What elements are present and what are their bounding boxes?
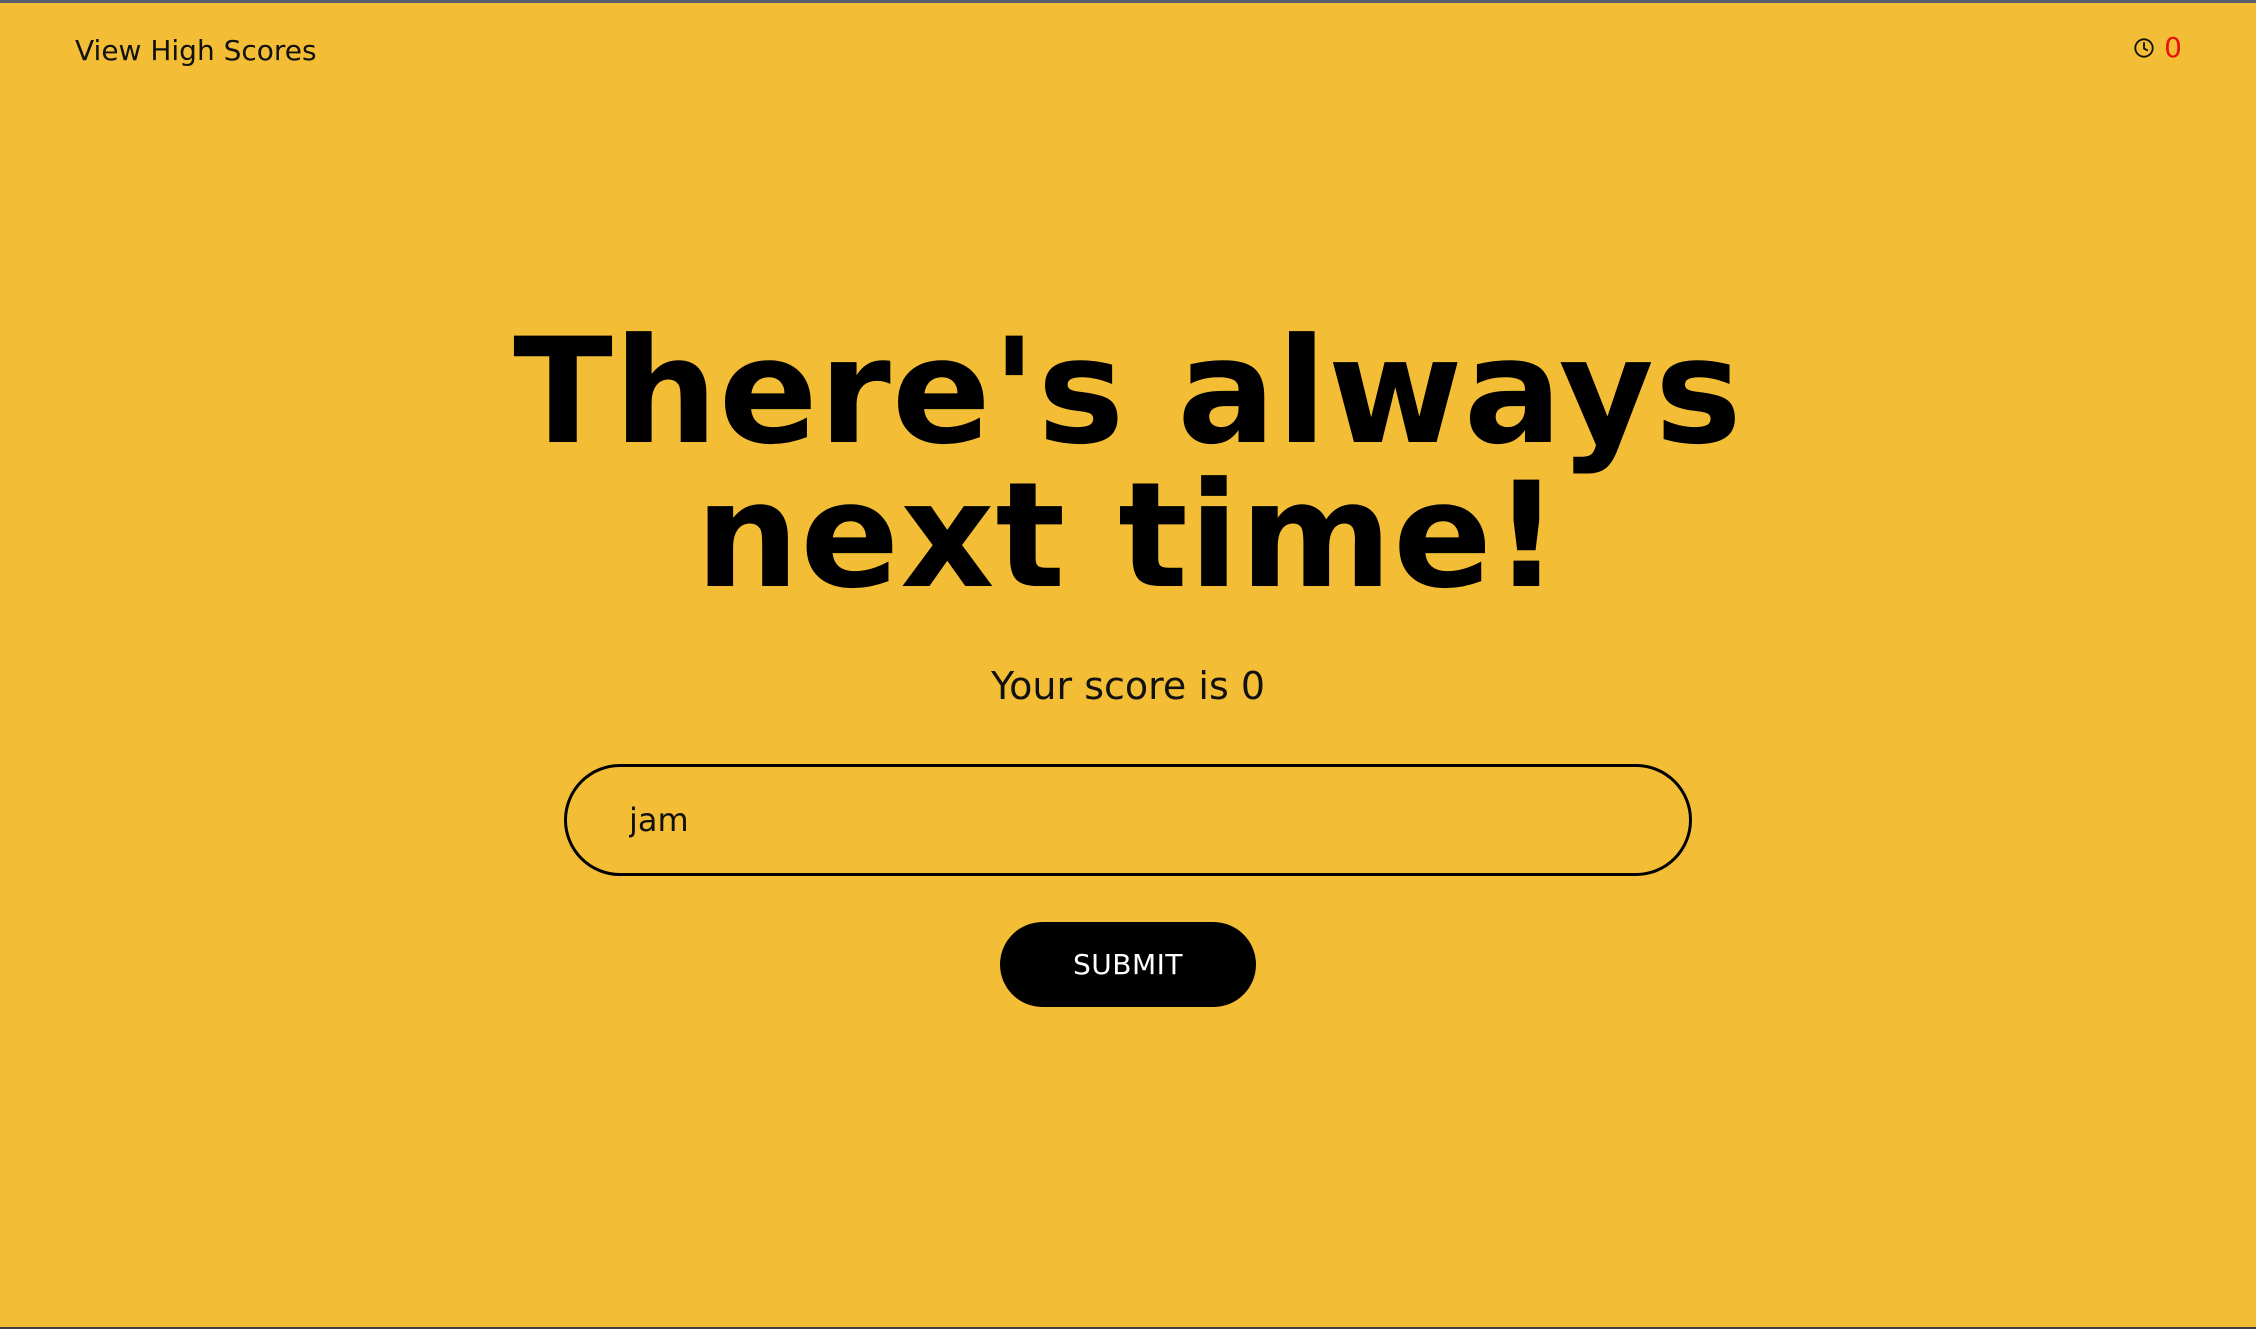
- submit-button[interactable]: SUBMIT: [1000, 922, 1256, 1007]
- end-screen: There's always next time! Your score is …: [0, 0, 2256, 1329]
- page-title: There's always next time!: [0, 319, 2256, 609]
- initials-input[interactable]: [564, 764, 1692, 876]
- final-score-text: Your score is 0: [991, 664, 1265, 708]
- headline-line-2: next time!: [695, 451, 1561, 621]
